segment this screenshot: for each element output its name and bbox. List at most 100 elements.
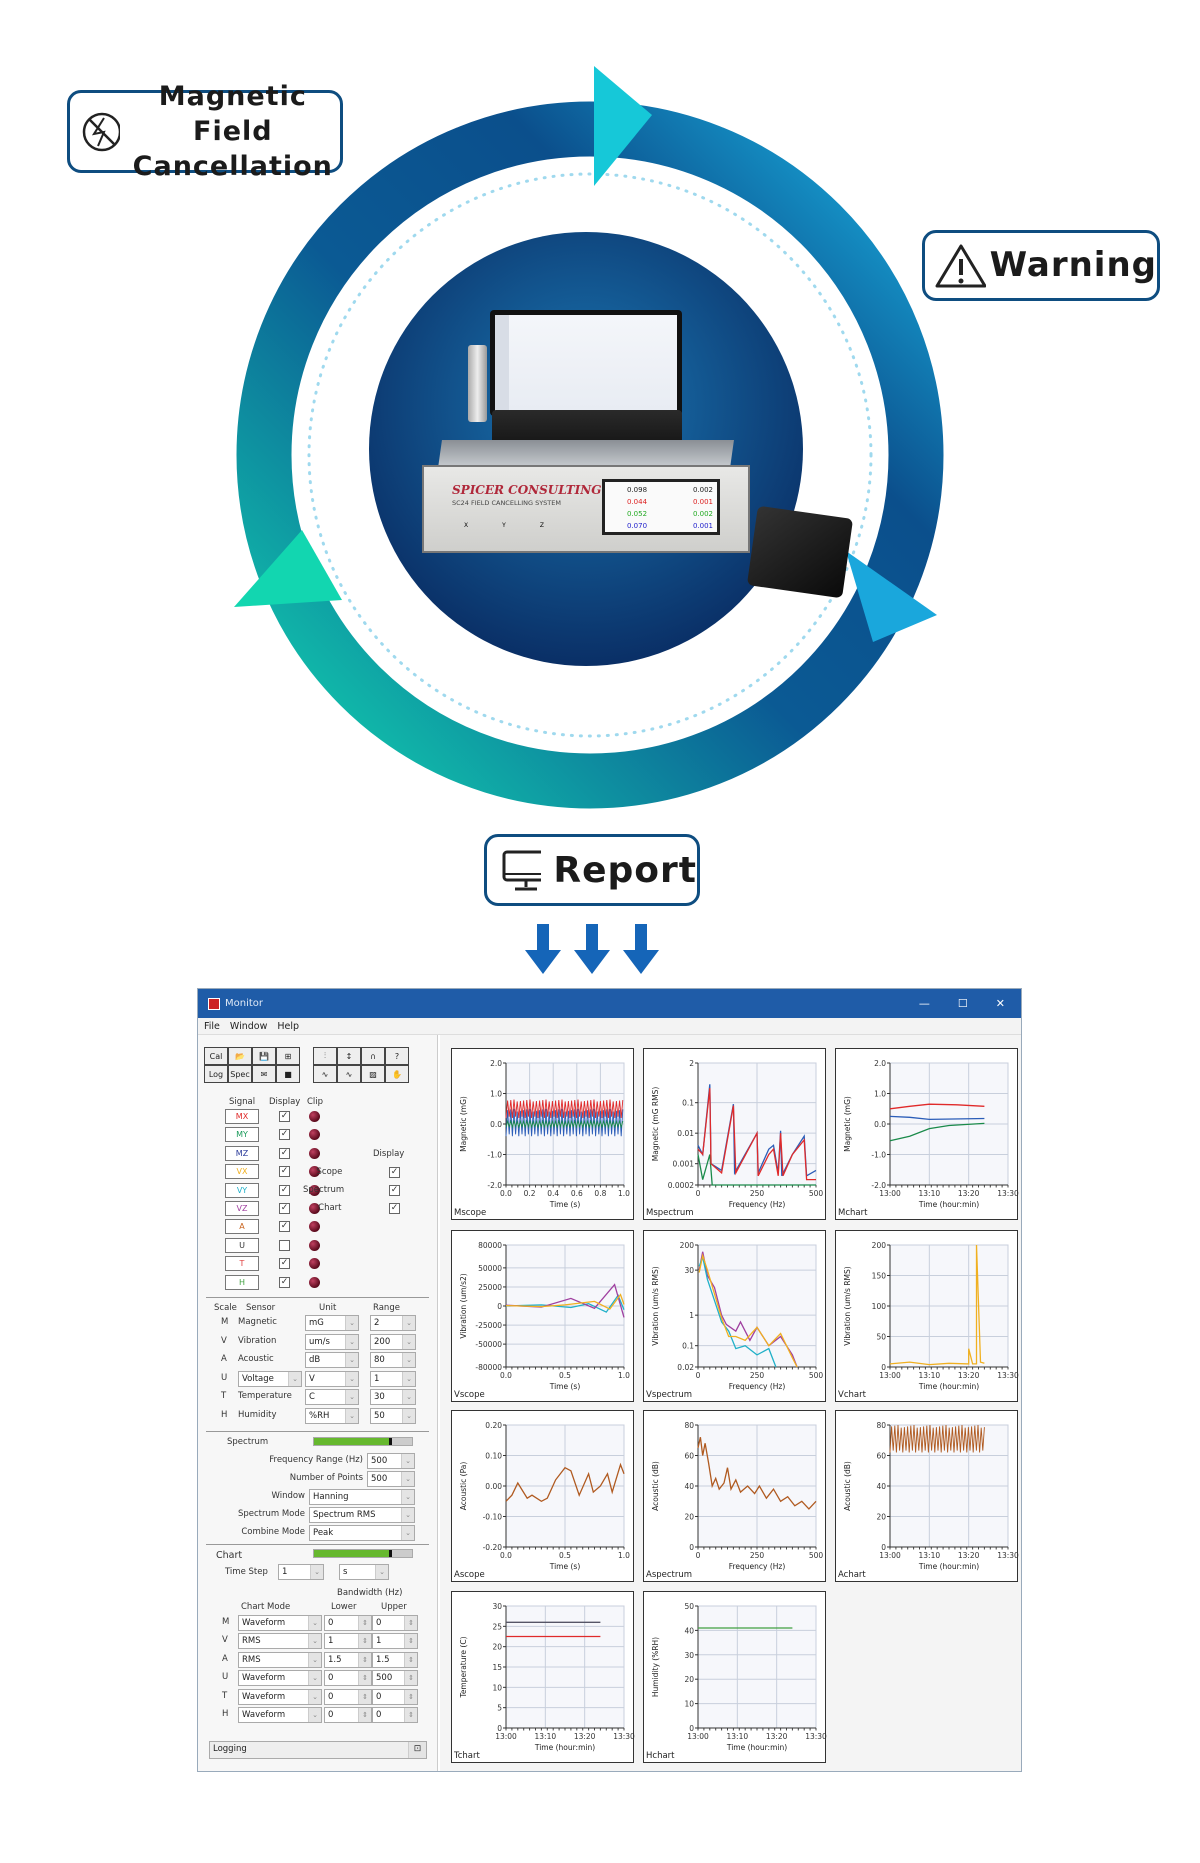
range-select[interactable]: 1 ⌄: [370, 1370, 416, 1387]
signal-button-vz[interactable]: VZ: [225, 1201, 259, 1216]
chart-mode-select[interactable]: Waveform ⌄: [238, 1707, 322, 1723]
chevron-down-icon[interactable]: ⌄: [402, 1371, 415, 1386]
stepper-icon[interactable]: ⇕: [404, 1652, 417, 1667]
unit-select[interactable]: V ⌄: [305, 1370, 359, 1387]
chart-mode-select[interactable]: RMS ⌄: [238, 1651, 322, 1668]
chevron-down-icon[interactable]: ⌄: [375, 1565, 388, 1579]
chevron-down-icon[interactable]: ⌄: [402, 1334, 415, 1349]
toolbar-button[interactable]: Cal: [204, 1047, 228, 1065]
lower-bandwidth-stepper[interactable]: 0 ⇕: [324, 1670, 372, 1687]
window-select[interactable]: Hanning ⌄: [309, 1489, 415, 1505]
lower-bandwidth-stepper[interactable]: 0 ⇕: [324, 1615, 372, 1631]
upper-bandwidth-stepper[interactable]: 0 ⇕: [372, 1707, 418, 1723]
display-checkbox[interactable]: ✓: [279, 1147, 290, 1159]
maximize-button[interactable]: ☐: [958, 997, 968, 1010]
chart-mode-select[interactable]: Waveform ⌄: [238, 1688, 322, 1705]
chevron-down-icon[interactable]: ⌄: [308, 1689, 321, 1704]
toolbar-button[interactable]: 📂: [228, 1047, 252, 1065]
display-checkbox[interactable]: ✓: [279, 1276, 290, 1288]
minimize-button[interactable]: —: [919, 997, 930, 1010]
stepper-icon[interactable]: ⇕: [358, 1634, 371, 1649]
chevron-down-icon[interactable]: ⌄: [402, 1390, 415, 1404]
chevron-down-icon[interactable]: ⌄: [401, 1490, 414, 1504]
logging-field[interactable]: Logging ⊡: [209, 1741, 427, 1759]
chevron-down-icon[interactable]: ⌄: [401, 1454, 414, 1468]
sensor-select[interactable]: Voltage ⌄: [238, 1370, 302, 1387]
stepper-icon[interactable]: ⇕: [358, 1708, 371, 1722]
chevron-down-icon[interactable]: ⌄: [345, 1408, 358, 1423]
chevron-down-icon[interactable]: ⌄: [288, 1371, 301, 1386]
range-select[interactable]: 80 ⌄: [370, 1352, 416, 1368]
toolbar-button[interactable]: ↕: [337, 1047, 361, 1065]
chevron-down-icon[interactable]: ⌄: [401, 1472, 414, 1486]
toolbar-button[interactable]: ⊞: [276, 1047, 300, 1065]
range-select[interactable]: 50 ⌄: [370, 1407, 416, 1424]
stepper-icon[interactable]: ⇕: [404, 1634, 417, 1649]
toolbar-button[interactable]: ▨: [361, 1065, 385, 1083]
number-of-points-select[interactable]: 500 ⌄: [367, 1471, 415, 1487]
stepper-icon[interactable]: ⇕: [358, 1671, 371, 1686]
chevron-down-icon[interactable]: ⌄: [308, 1708, 321, 1722]
signal-button-mx[interactable]: MX: [225, 1109, 259, 1124]
signal-button-vy[interactable]: VY: [225, 1182, 259, 1198]
toolbar-button[interactable]: ∩: [361, 1047, 385, 1065]
lower-bandwidth-stepper[interactable]: 0 ⇕: [324, 1707, 372, 1723]
unit-select[interactable]: um/s ⌄: [305, 1333, 359, 1350]
toolbar-button[interactable]: ∿: [337, 1065, 361, 1083]
lower-bandwidth-stepper[interactable]: 1 ⇕: [324, 1633, 372, 1650]
toolbar-button[interactable]: ?: [385, 1047, 409, 1065]
combine-mode-select[interactable]: Peak ⌄: [309, 1525, 415, 1541]
unit-select[interactable]: dB ⌄: [305, 1352, 359, 1368]
chart-mode-select[interactable]: Waveform ⌄: [238, 1615, 322, 1631]
signal-button-t[interactable]: T: [225, 1256, 259, 1272]
toolbar-button[interactable]: ∿: [313, 1065, 337, 1083]
range-select[interactable]: 30 ⌄: [370, 1389, 416, 1405]
chart-mode-select[interactable]: Waveform ⌄: [238, 1670, 322, 1687]
lower-bandwidth-stepper[interactable]: 0 ⇕: [324, 1688, 372, 1705]
upper-bandwidth-stepper[interactable]: 1 ⇕: [372, 1633, 418, 1650]
stepper-icon[interactable]: ⇕: [358, 1689, 371, 1704]
toolbar-button[interactable]: 💾: [252, 1047, 276, 1065]
chevron-down-icon[interactable]: ⌄: [345, 1371, 358, 1386]
chart-mode-select[interactable]: RMS ⌄: [238, 1633, 322, 1650]
toolbar-button[interactable]: ■: [276, 1065, 300, 1083]
unit-select[interactable]: C ⌄: [305, 1389, 359, 1405]
chevron-down-icon[interactable]: ⌄: [308, 1671, 321, 1686]
upper-bandwidth-stepper[interactable]: 0 ⇕: [372, 1615, 418, 1631]
range-select[interactable]: 200 ⌄: [370, 1333, 416, 1350]
display-spectrum-checkbox[interactable]: ✓: [389, 1185, 400, 1196]
display-checkbox[interactable]: [279, 1239, 290, 1251]
chevron-down-icon[interactable]: ⌄: [402, 1408, 415, 1423]
frequency-range-select[interactable]: 500 ⌄: [367, 1453, 415, 1469]
display-checkbox[interactable]: ✓: [279, 1258, 290, 1270]
chevron-down-icon[interactable]: ⌄: [310, 1565, 323, 1579]
stepper-icon[interactable]: ⇕: [404, 1671, 417, 1686]
signal-button-mz[interactable]: MZ: [225, 1145, 259, 1161]
range-select[interactable]: 2 ⌄: [370, 1315, 416, 1331]
signal-button-u[interactable]: U: [225, 1237, 259, 1253]
stepper-icon[interactable]: ⇕: [358, 1652, 371, 1667]
log-viewer-icon[interactable]: ⊡: [408, 1742, 426, 1758]
chevron-down-icon[interactable]: ⌄: [345, 1334, 358, 1349]
display-checkbox[interactable]: ✓: [279, 1166, 290, 1178]
upper-bandwidth-stepper[interactable]: 1.5 ⇕: [372, 1651, 418, 1668]
unit-select[interactable]: %RH ⌄: [305, 1407, 359, 1424]
display-chart-checkbox[interactable]: ✓: [389, 1203, 400, 1214]
chevron-down-icon[interactable]: ⌄: [308, 1634, 321, 1649]
display-checkbox[interactable]: ✓: [279, 1203, 290, 1214]
lower-bandwidth-stepper[interactable]: 1.5 ⇕: [324, 1651, 372, 1668]
stepper-icon[interactable]: ⇕: [404, 1616, 417, 1630]
chevron-down-icon[interactable]: ⌄: [401, 1508, 414, 1522]
toolbar-button[interactable]: Log: [204, 1065, 228, 1083]
chevron-down-icon[interactable]: ⌄: [345, 1390, 358, 1404]
chevron-down-icon[interactable]: ⌄: [402, 1353, 415, 1367]
display-scope-checkbox[interactable]: ✓: [389, 1167, 400, 1178]
toolbar-button[interactable]: Spec: [228, 1065, 252, 1083]
display-checkbox[interactable]: ✓: [279, 1111, 290, 1122]
time-step-select[interactable]: 1 ⌄: [278, 1564, 324, 1580]
display-checkbox[interactable]: ✓: [279, 1221, 290, 1233]
chevron-down-icon[interactable]: ⌄: [345, 1316, 358, 1330]
chevron-down-icon[interactable]: ⌄: [402, 1316, 415, 1330]
signal-button-h[interactable]: H: [225, 1274, 259, 1290]
toolbar-button[interactable]: ✋: [385, 1065, 409, 1083]
